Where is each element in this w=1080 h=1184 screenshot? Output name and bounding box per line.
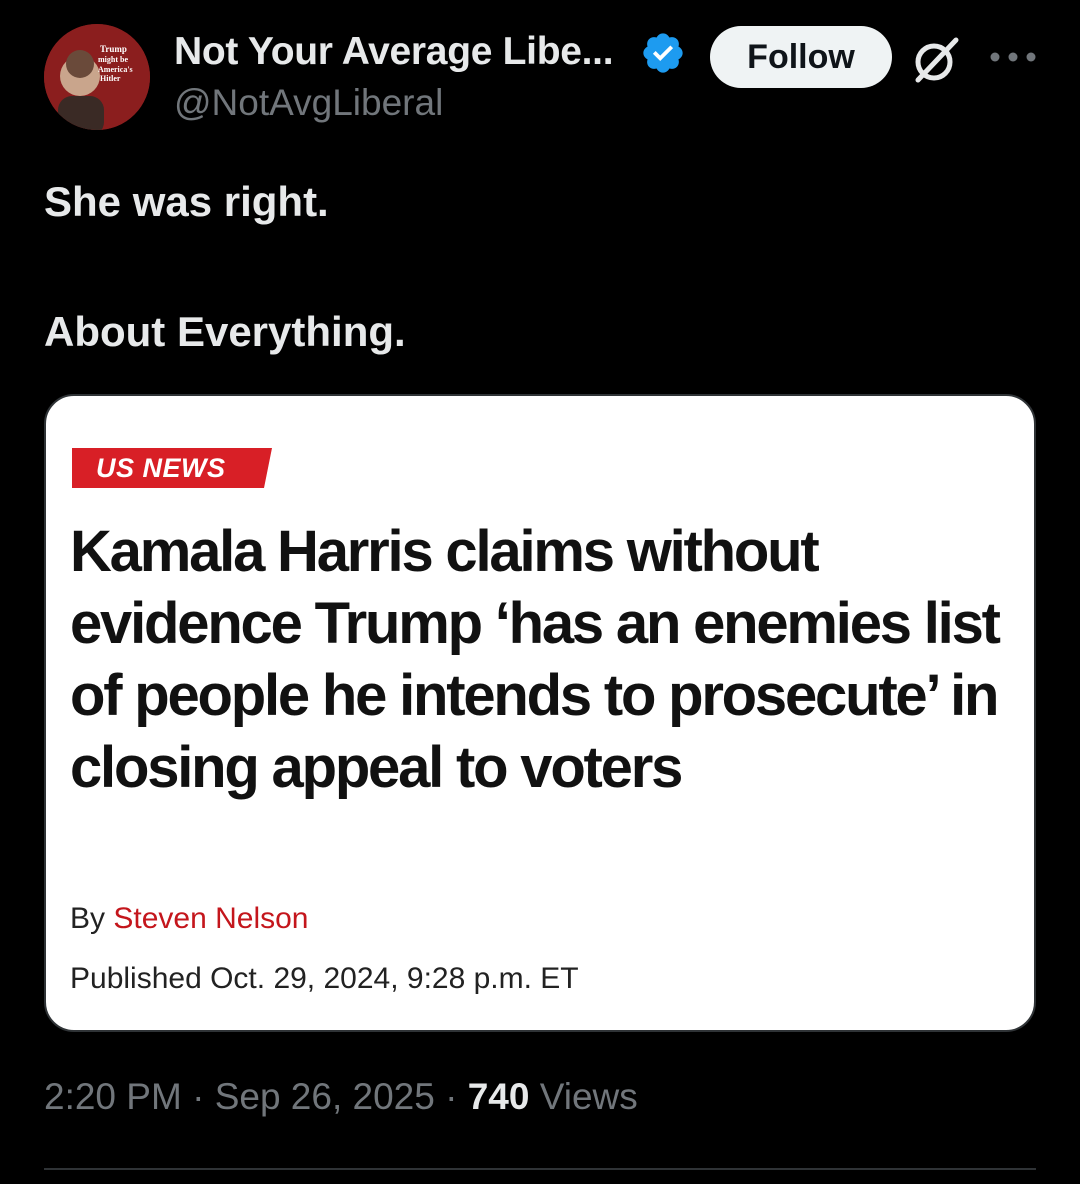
tweet-meta: 2:20 PM · Sep 26, 2025 · 740 Views	[44, 1076, 638, 1118]
views-label: Views	[529, 1076, 638, 1117]
avatar-text-4: Hitler	[100, 74, 121, 83]
divider	[44, 1168, 1036, 1170]
tweet-text-line-1: She was right.	[44, 178, 329, 225]
tweet-page: Trump might be America's Hitler Not Your…	[0, 0, 1080, 1184]
byline-prefix: By	[70, 902, 114, 935]
avatar-text-1: Trump	[100, 44, 127, 54]
news-category-tag: US NEWS	[72, 448, 272, 488]
views-count: 740	[467, 1076, 530, 1117]
tweet-time[interactable]: 2:20 PM	[44, 1076, 182, 1117]
verified-badge-icon[interactable]	[640, 30, 686, 76]
more-icon[interactable]	[988, 44, 1038, 70]
meta-separator-1: ·	[181, 1076, 215, 1117]
meta-separator-2: ·	[434, 1076, 468, 1117]
article-author: Steven Nelson	[113, 902, 309, 935]
avatar-image: Trump might be America's Hitler	[44, 24, 150, 130]
avatar-text-2: might be	[98, 55, 128, 64]
handle[interactable]: @NotAvgLiberal	[174, 82, 443, 124]
display-name[interactable]: Not Your Average Libe...	[174, 30, 614, 74]
follow-button[interactable]: Follow	[710, 26, 892, 88]
tweet-text-line-2: About Everything.	[44, 308, 406, 355]
avatar-text-3: America's	[98, 65, 133, 74]
article-headline: Kamala Harris claims without evidence Tr…	[70, 519, 1001, 800]
article-byline: By Steven Nelson	[70, 902, 308, 936]
grok-icon[interactable]	[910, 34, 962, 86]
tweet-date[interactable]: Sep 26, 2025	[215, 1076, 435, 1117]
media-card[interactable]: US NEWS Kamala Harris claims without evi…	[44, 394, 1036, 1032]
article-published-date: Published Oct. 29, 2024, 9:28 p.m. ET	[70, 962, 579, 995]
avatar[interactable]: Trump might be America's Hitler	[44, 24, 150, 130]
